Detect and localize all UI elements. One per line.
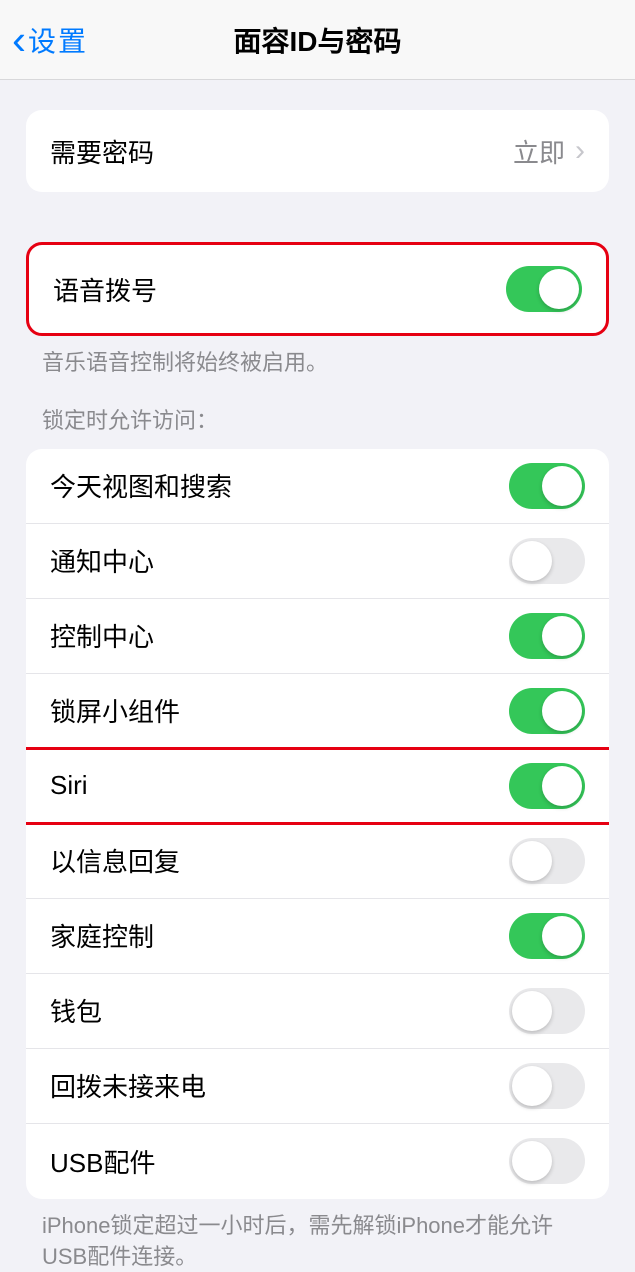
require-passcode-row[interactable]: 需要密码 立即 › [26, 110, 609, 192]
lock-access-header: 锁定时允许访问： [0, 379, 635, 443]
voice-dial-label: 语音拨号 [53, 271, 157, 308]
lock-access-row: 今天视图和搜索 [26, 449, 609, 524]
voice-dial-row: 语音拨号 [29, 245, 606, 333]
lock-access-label: 家庭控制 [50, 917, 154, 954]
navigation-bar: ‹ 设置 面容ID与密码 [0, 0, 635, 80]
lock-access-row: 以信息回复 [26, 824, 609, 899]
chevron-left-icon: ‹ [12, 19, 26, 61]
lock-access-row: 钱包 [26, 974, 609, 1049]
lock-access-label: Siri [50, 770, 88, 801]
chevron-right-icon: › [575, 134, 585, 168]
lock-access-label: 控制中心 [50, 617, 154, 654]
toggle-knob [542, 691, 582, 731]
lock-access-toggle[interactable] [509, 688, 585, 734]
voice-dial-toggle[interactable] [506, 266, 582, 312]
lock-access-label: 通知中心 [50, 542, 154, 579]
toggle-knob [542, 916, 582, 956]
toggle-knob [542, 616, 582, 656]
lock-access-toggle[interactable] [509, 1063, 585, 1109]
require-passcode-label: 需要密码 [50, 133, 154, 170]
lock-access-row: 控制中心 [26, 599, 609, 674]
page-title: 面容ID与密码 [233, 20, 401, 60]
lock-access-label: 今天视图和搜索 [50, 467, 232, 504]
lock-access-row: 家庭控制 [26, 899, 609, 974]
lock-access-group: 今天视图和搜索通知中心控制中心锁屏小组件 Siri 以信息回复家庭控制钱包回拨未接来… [26, 449, 609, 1199]
back-button[interactable]: ‹ 设置 [0, 19, 88, 61]
lock-access-row: Siri [26, 749, 609, 824]
lock-access-row: 回拨未接来电 [26, 1049, 609, 1124]
toggle-knob [539, 269, 579, 309]
lock-access-label: USB配件 [50, 1143, 155, 1180]
lock-access-label: 回拨未接来电 [50, 1067, 206, 1104]
lock-access-toggle[interactable] [509, 838, 585, 884]
voice-dial-group: 语音拨号 [26, 242, 609, 336]
lock-access-row: USB配件 [26, 1124, 609, 1199]
lock-access-toggle[interactable] [509, 538, 585, 584]
toggle-knob [542, 466, 582, 506]
back-label: 设置 [28, 20, 88, 60]
toggle-knob [542, 766, 582, 806]
lock-access-toggle[interactable] [509, 763, 585, 809]
require-passcode-value: 立即 [513, 133, 565, 170]
lock-access-row: 通知中心 [26, 524, 609, 599]
toggle-knob [512, 841, 552, 881]
lock-access-toggle[interactable] [509, 1138, 585, 1184]
voice-dial-footer: 音乐语音控制将始终被启用。 [0, 336, 635, 379]
lock-access-row: 锁屏小组件 [26, 674, 609, 749]
lock-access-toggle[interactable] [509, 913, 585, 959]
lock-access-label: 以信息回复 [50, 842, 180, 879]
toggle-knob [512, 991, 552, 1031]
toggle-knob [512, 1066, 552, 1106]
lock-access-toggle[interactable] [509, 988, 585, 1034]
lock-access-footer: iPhone锁定超过一小时后，需先解锁iPhone才能允许USB配件连接。 [0, 1199, 635, 1272]
require-passcode-group: 需要密码 立即 › [26, 110, 609, 192]
lock-access-toggle[interactable] [509, 463, 585, 509]
toggle-knob [512, 541, 552, 581]
lock-access-toggle[interactable] [509, 613, 585, 659]
lock-access-label: 锁屏小组件 [50, 692, 180, 729]
lock-access-label: 钱包 [50, 992, 102, 1029]
toggle-knob [512, 1141, 552, 1181]
